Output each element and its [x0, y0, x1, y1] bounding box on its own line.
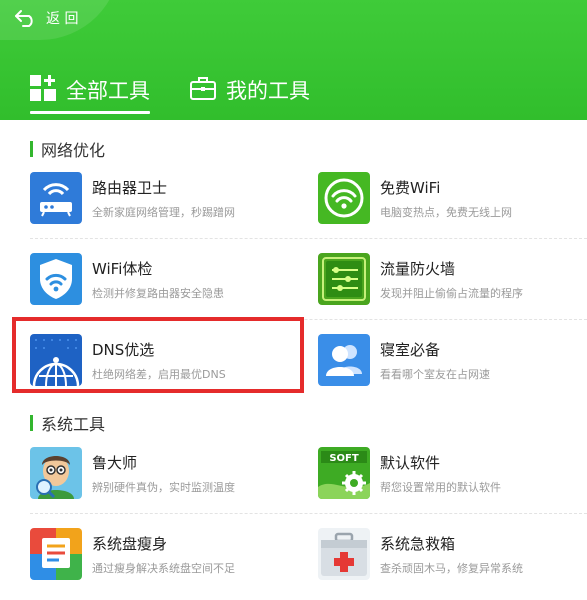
soft-gear-icon: SOFT	[318, 447, 370, 499]
section-title-system: 系统工具	[30, 413, 106, 434]
tool-traffic-firewall[interactable]: 流量防火墙 发现并阻止偷偷占流量的程序	[318, 249, 587, 309]
section-title-text: 网络优化	[41, 141, 106, 160]
toolbox-icon	[190, 75, 216, 106]
tool-desc: 查杀顽固木马，修复异常系统	[380, 561, 523, 575]
tool-system-first-aid[interactable]: 系统急救箱 查杀顽固木马，修复异常系统	[318, 524, 587, 584]
header: 返 回 全部工具 我的工具	[0, 0, 587, 120]
tool-name: 路由器卫士	[92, 178, 168, 197]
tool-router-guard[interactable]: 路由器卫士 全新家庭网络管理，秒踢蹭网	[30, 168, 300, 228]
tab-all-tools[interactable]: 全部工具	[30, 72, 150, 114]
tool-desc: 杜绝网络差，启用最优DNS	[92, 367, 226, 381]
back-label: 返 回	[46, 11, 79, 27]
tool-ludashi[interactable]: 鲁大师 辨别硬件真伪，实时监测温度	[30, 443, 300, 503]
wifi-shield-icon	[30, 253, 82, 305]
ludashi-icon	[30, 447, 82, 499]
tab-my-tools[interactable]: 我的工具	[190, 72, 310, 108]
tool-desc: 发现并阻止偷偷占流量的程序	[380, 286, 523, 300]
tool-desc: 全新家庭网络管理，秒踢蹭网	[92, 205, 235, 219]
grid-plus-icon	[30, 74, 56, 106]
disk-slim-icon	[30, 528, 82, 580]
row-divider	[30, 319, 587, 320]
section-title-text: 系统工具	[41, 415, 106, 434]
section-accent-bar	[30, 141, 33, 157]
dns-globe-icon	[30, 334, 82, 386]
tool-desc: 看看哪个室友在占网速	[380, 367, 490, 381]
tool-name: DNS优选	[92, 340, 155, 359]
back-arrow-icon	[14, 9, 38, 27]
tool-name: 鲁大师	[92, 453, 138, 472]
tool-name: 免费WiFi	[380, 178, 441, 197]
row-divider	[30, 513, 587, 514]
tool-default-software[interactable]: SOFT 默认软件 帮您设置常用的默认软件	[318, 443, 587, 503]
tool-dns-optimize[interactable]: DNS优选 杜绝网络差，启用最优DNS	[30, 330, 300, 390]
tool-system-disk-slim[interactable]: 系统盘瘦身 通过瘦身解决系统盘空间不足	[30, 524, 300, 584]
roommates-icon	[318, 334, 370, 386]
tool-name: 寝室必备	[380, 340, 441, 359]
tab-label: 全部工具	[66, 79, 150, 103]
back-button[interactable]: 返 回	[14, 8, 78, 28]
tool-desc: 电脑变热点，免费无线上网	[380, 205, 512, 219]
tool-name: WiFi体检	[92, 259, 153, 278]
wifi-icon	[318, 172, 370, 224]
first-aid-icon	[318, 528, 370, 580]
tool-name: 流量防火墙	[380, 259, 456, 278]
tool-wifi-check[interactable]: WiFi体检 检测并修复路由器安全隐患	[30, 249, 300, 309]
tab-bar: 全部工具 我的工具	[30, 72, 310, 114]
tool-desc: 辨别硬件真伪，实时监测温度	[92, 480, 235, 494]
tool-name: 系统盘瘦身	[92, 534, 168, 553]
tool-desc: 通过瘦身解决系统盘空间不足	[92, 561, 235, 575]
soft-badge-text: SOFT	[329, 453, 359, 464]
tool-desc: 帮您设置常用的默认软件	[380, 480, 501, 494]
section-accent-bar	[30, 415, 33, 431]
section-title-network: 网络优化	[30, 139, 106, 160]
tab-label: 我的工具	[226, 79, 310, 103]
router-icon	[30, 172, 82, 224]
tool-free-wifi[interactable]: 免费WiFi 电脑变热点，免费无线上网	[318, 168, 587, 228]
tool-name: 系统急救箱	[380, 534, 456, 553]
traffic-firewall-icon	[318, 253, 370, 305]
tool-desc: 检测并修复路由器安全隐患	[92, 286, 224, 300]
tool-dorm-essentials[interactable]: 寝室必备 看看哪个室友在占网速	[318, 330, 587, 390]
tool-name: 默认软件	[380, 453, 441, 472]
row-divider	[30, 238, 587, 239]
